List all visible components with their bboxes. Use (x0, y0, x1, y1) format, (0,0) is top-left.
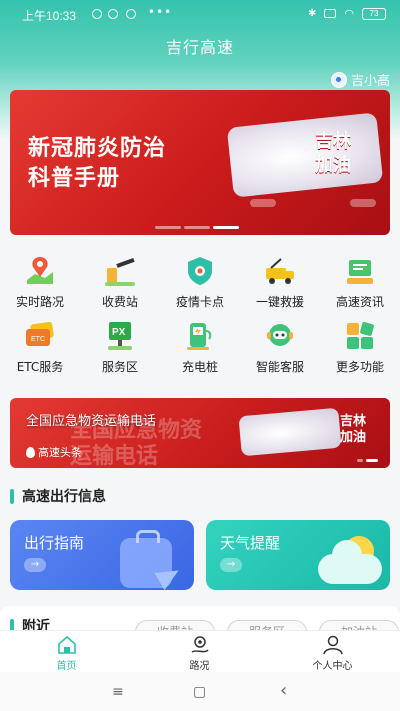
service-toll-station[interactable]: 收费站 (80, 250, 160, 315)
news-source: 高速头条 (26, 444, 82, 460)
notification-icon (108, 9, 118, 19)
news-badge: 吉林 加油 (340, 414, 366, 446)
banner-badge: 吉林 加油 (315, 130, 351, 178)
service-smart-support[interactable]: 智能客服 (240, 315, 320, 380)
banner-title-line2: 科普手册 (28, 166, 121, 191)
back-icon[interactable]: ‹ (280, 680, 287, 701)
face-mask-image (238, 407, 342, 457)
service-label: 充电桩 (181, 360, 218, 374)
etc-card-icon: ETC (23, 319, 57, 353)
charging-pile-icon (183, 319, 217, 353)
section-title: 高速出行信息 (22, 489, 106, 505)
service-grid: 实时路况 收费站 疫情卡点 一键救援 高速资讯 ETC ETC服务 PX 服务区… (0, 250, 400, 380)
news-source-label: 高速头条 (38, 446, 82, 459)
service-highway-news[interactable]: 高速资讯 (320, 250, 400, 315)
status-time: 上午10:33 (22, 9, 77, 23)
service-label: 实时路况 (15, 295, 64, 309)
svg-text:ETC: ETC (31, 336, 45, 343)
bottom-tab-bar: 首页 路况 个人中心 (0, 630, 400, 672)
service-more[interactable]: 更多功能 (320, 315, 400, 380)
home-button-icon[interactable]: ▢ (193, 684, 206, 700)
news-icon (343, 254, 377, 288)
news-banner[interactable]: 全国应急物资 运输电话 吉林 加油 全国应急物资运输电话 高速头条 (10, 398, 390, 468)
route-icon (189, 635, 211, 655)
arrow-right-icon: → (24, 558, 46, 572)
battery-icon: 73 (362, 7, 386, 20)
robot-icon (263, 319, 297, 353)
page-dot (357, 459, 363, 462)
tab-home[interactable]: 首页 (0, 631, 133, 672)
page-dot-active (366, 459, 378, 462)
person-icon (322, 635, 344, 655)
assistant-name: 吉小高 (350, 74, 390, 89)
service-etc[interactable]: ETC ETC服务 (0, 315, 80, 380)
tab-label: 首页 (56, 661, 77, 672)
cloud-decoration (350, 199, 376, 207)
service-service-area[interactable]: PX 服务区 (80, 315, 160, 380)
ghost-line2: 运输电话 (70, 444, 159, 468)
card-title: 出行指南 (24, 534, 85, 552)
service-label: 高速资讯 (335, 295, 384, 309)
page-dot (155, 226, 181, 229)
sim-icon (324, 9, 337, 18)
wifi-icon: ◠ (344, 7, 354, 20)
system-navigation-bar: ≡ ▢ ‹ (0, 672, 400, 711)
flame-icon (26, 446, 35, 458)
tab-traffic[interactable]: 路况 (133, 631, 266, 672)
card-title: 天气提醒 (220, 534, 281, 552)
banner-title-line1: 新冠肺炎防治 (28, 136, 167, 161)
news-badge-line2: 加油 (340, 430, 367, 445)
section-header-travel-info: 高速出行信息 (10, 486, 106, 506)
service-realtime-traffic[interactable]: 实时路况 (0, 250, 80, 315)
service-label: 疫情卡点 (175, 295, 224, 309)
notification-icon (92, 9, 102, 19)
virus-shield-icon (183, 254, 217, 288)
more-notifications-icon: ••• (148, 5, 173, 19)
face-mask-image (226, 112, 384, 198)
weather-alert-card[interactable]: 天气提醒 → (206, 520, 390, 590)
px-service-icon: PX (103, 319, 137, 353)
assistant-avatar-icon (330, 71, 347, 88)
recent-apps-icon[interactable]: ≡ (112, 684, 124, 700)
service-label: 一键救援 (255, 295, 304, 309)
travel-guide-card[interactable]: 出行指南 → (10, 520, 194, 590)
bluetooth-icon: ✱ (308, 8, 317, 19)
svg-text:PX: PX (112, 327, 126, 338)
news-pagination (357, 459, 378, 462)
service-label: 收费站 (101, 295, 138, 309)
assistant-button[interactable]: 吉小高 (330, 70, 390, 89)
toll-gate-icon (103, 254, 137, 288)
status-bar: 上午10:33 ••• ✱ ◠ 73 (0, 0, 400, 28)
banner-badge-line2: 加油 (315, 155, 351, 176)
grid-more-icon (343, 319, 377, 353)
notification-icon (126, 9, 136, 19)
app-title: 吉行高速 (165, 38, 234, 57)
service-checkpoint[interactable]: 疫情卡点 (160, 250, 240, 315)
map-pin-icon (23, 254, 57, 288)
promo-banner[interactable]: 新冠肺炎防治 科普手册 吉林 加油 (10, 90, 390, 235)
service-label: 更多功能 (335, 360, 384, 374)
cloud-icon (318, 540, 382, 584)
tab-label: 路况 (189, 661, 210, 672)
arrow-right-icon: → (220, 558, 242, 572)
page-dot-active (213, 226, 239, 229)
news-badge-line1: 吉林 (340, 414, 367, 429)
section-accent-bar (10, 488, 14, 504)
service-charging[interactable]: 充电桩 (160, 315, 240, 380)
service-label: 智能客服 (255, 360, 304, 374)
banner-pagination (155, 226, 239, 229)
cloud-decoration (250, 199, 276, 207)
service-rescue[interactable]: 一键救援 (240, 250, 320, 315)
tab-profile[interactable]: 个人中心 (266, 631, 399, 672)
news-headline: 全国应急物资运输电话 (26, 414, 157, 429)
service-label: ETC服务 (16, 360, 64, 374)
home-icon (56, 635, 78, 655)
service-label: 服务区 (101, 360, 138, 374)
banner-badge-line1: 吉林 (315, 131, 351, 152)
tow-truck-icon (263, 254, 297, 288)
page-dot (184, 226, 210, 229)
tab-label: 个人中心 (312, 661, 353, 672)
